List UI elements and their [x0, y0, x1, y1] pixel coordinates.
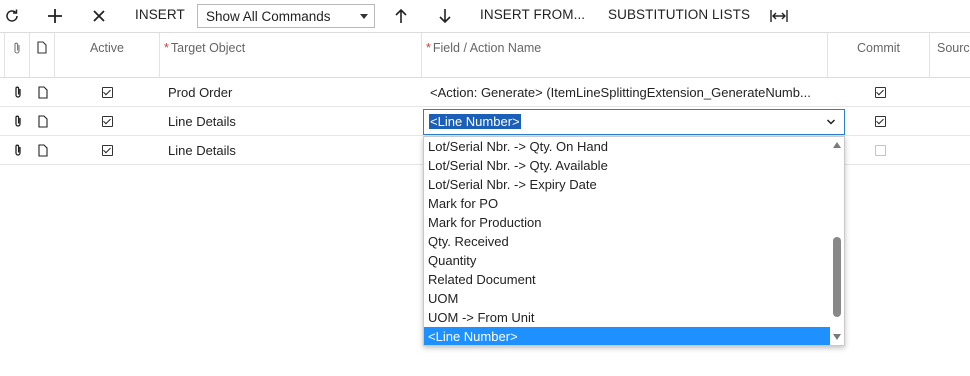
header-active[interactable]: Active [55, 33, 160, 77]
dropdown-option[interactable]: Lot/Serial Nbr. -> Qty. Available [424, 156, 830, 175]
dropdown-option-selected[interactable]: <Line Number> [424, 327, 830, 345]
header-source[interactable]: Sourc [930, 33, 970, 77]
field-action-cell[interactable]: <Action: Generate> (ItemLineSplittingExt… [430, 85, 811, 100]
paperclip-icon[interactable] [13, 86, 23, 99]
header-target-object[interactable]: * Target Object [160, 33, 422, 77]
move-down-icon[interactable] [433, 4, 457, 28]
dropdown-option[interactable]: Lot/Serial Nbr. -> Qty. On Hand [424, 137, 830, 156]
scroll-down-icon[interactable] [833, 334, 841, 340]
delete-icon[interactable] [87, 4, 111, 28]
header-target-object-label: Target Object [170, 41, 246, 55]
dropdown-option[interactable]: Mark for PO [424, 194, 830, 213]
add-icon[interactable] [43, 4, 67, 28]
note-icon[interactable] [38, 115, 48, 128]
document-icon [37, 41, 47, 54]
paperclip-icon [14, 42, 20, 54]
dropdown-option[interactable]: Mark for Production [424, 213, 830, 232]
commands-select[interactable]: Show All Commands [197, 4, 375, 28]
substitution-lists-button[interactable]: SUBSTITUTION LISTS [608, 7, 750, 22]
dropdown-option[interactable]: Quantity [424, 251, 830, 270]
toolbar: INSERT Show All Commands INSERT FROM... … [0, 0, 970, 32]
header-commit[interactable]: Commit [828, 33, 930, 77]
field-action-dropdown: Lot/Serial Nbr. -> Qty. On Hand Lot/Seri… [423, 136, 845, 346]
dropdown-scrollbar[interactable] [830, 137, 844, 345]
dropdown-option[interactable]: Qty. Received [424, 232, 830, 251]
dropdown-option[interactable]: Lot/Serial Nbr. -> Expiry Date [424, 175, 830, 194]
commit-checkbox[interactable] [875, 116, 886, 127]
insert-from-button[interactable]: INSERT FROM... [480, 7, 585, 22]
dropdown-option[interactable]: UOM [424, 289, 830, 308]
grid-header: Active * Target Object * Field / Action Na… [0, 32, 970, 78]
note-icon[interactable] [38, 144, 48, 157]
target-object-cell[interactable]: Line Details [168, 114, 236, 129]
commit-checkbox[interactable] [875, 87, 886, 98]
field-action-editor-value[interactable]: <Line Number> [429, 114, 521, 129]
chevron-down-icon [360, 14, 368, 19]
table-row[interactable]: Prod Order <Action: Generate> (ItemLineS… [0, 78, 970, 107]
header-field-action[interactable]: * Field / Action Name [422, 33, 828, 77]
refresh-icon[interactable] [0, 4, 24, 28]
header-field-action-label: Field / Action Name [432, 41, 542, 55]
move-up-icon[interactable] [389, 4, 413, 28]
paperclip-icon[interactable] [13, 115, 23, 128]
scrollbar-thumb[interactable] [833, 237, 841, 317]
header-attachment [5, 33, 30, 77]
active-checkbox[interactable] [102, 116, 113, 127]
fit-columns-icon[interactable] [767, 4, 791, 28]
commands-select-value: Show All Commands [206, 9, 331, 24]
target-object-cell[interactable]: Prod Order [168, 85, 232, 100]
active-checkbox[interactable] [102, 87, 113, 98]
note-icon[interactable] [38, 86, 48, 99]
active-checkbox[interactable] [102, 145, 113, 156]
insert-button[interactable]: INSERT [135, 7, 185, 22]
paperclip-icon[interactable] [13, 144, 23, 157]
header-notes [30, 33, 55, 77]
chevron-down-icon[interactable] [826, 115, 836, 129]
field-action-editor[interactable]: <Line Number> [423, 109, 845, 135]
target-object-cell[interactable]: Line Details [168, 143, 236, 158]
dropdown-option[interactable]: UOM -> From Unit [424, 308, 830, 327]
dropdown-option[interactable]: Related Document [424, 270, 830, 289]
scroll-up-icon[interactable] [833, 142, 841, 148]
commit-checkbox [875, 145, 886, 156]
